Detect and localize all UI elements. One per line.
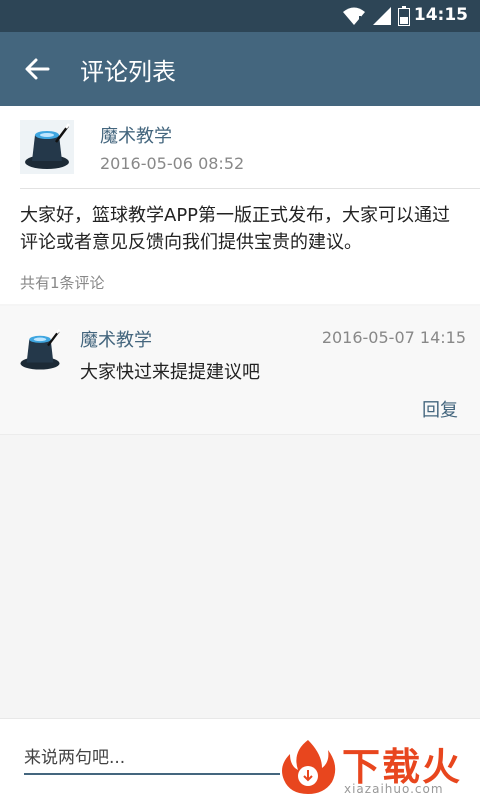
post-card: 魔术教学 2016-05-06 08:52 大家好，篮球教学APP第一版正式发布… [0, 106, 480, 304]
reply-button[interactable]: 回复 [422, 396, 458, 422]
comment-date: 2016-05-07 14:15 [321, 328, 466, 347]
signal-icon [373, 7, 391, 25]
divider [20, 188, 480, 189]
comment-text: 大家快过来提提建议吧 [80, 362, 260, 383]
comment-input[interactable]: 来说两句吧... [24, 743, 280, 775]
flame-logo-icon [282, 740, 336, 794]
post-author[interactable]: 魔术教学 [100, 122, 172, 148]
magic-hat-icon [16, 326, 64, 374]
comment-count: 共有1条评论 [20, 274, 105, 292]
watermark-url: xiazaihuo.com [344, 782, 444, 796]
comment-author[interactable]: 魔术教学 [80, 326, 152, 352]
arrow-left-icon[interactable] [22, 54, 52, 84]
status-icons [342, 6, 410, 26]
wifi-icon [343, 7, 365, 25]
app-bar: 评论列表 [0, 32, 480, 106]
watermark: 下载火 xiazaihuo.com [278, 736, 474, 800]
magic-hat-icon [20, 120, 74, 174]
post-date: 2016-05-06 08:52 [100, 154, 245, 173]
status-bar: 14:15 [0, 0, 480, 32]
comment-item: 魔术教学 2016-05-07 14:15 大家快过来提提建议吧 回复 [0, 306, 480, 435]
post-content: 大家好，篮球教学APP第一版正式发布，大家可以通过评论或者意见反馈向我们提供宝贵… [20, 205, 451, 253]
status-time: 14:15 [413, 5, 468, 25]
battery-icon [398, 6, 410, 26]
page-title: 评论列表 [80, 58, 176, 86]
